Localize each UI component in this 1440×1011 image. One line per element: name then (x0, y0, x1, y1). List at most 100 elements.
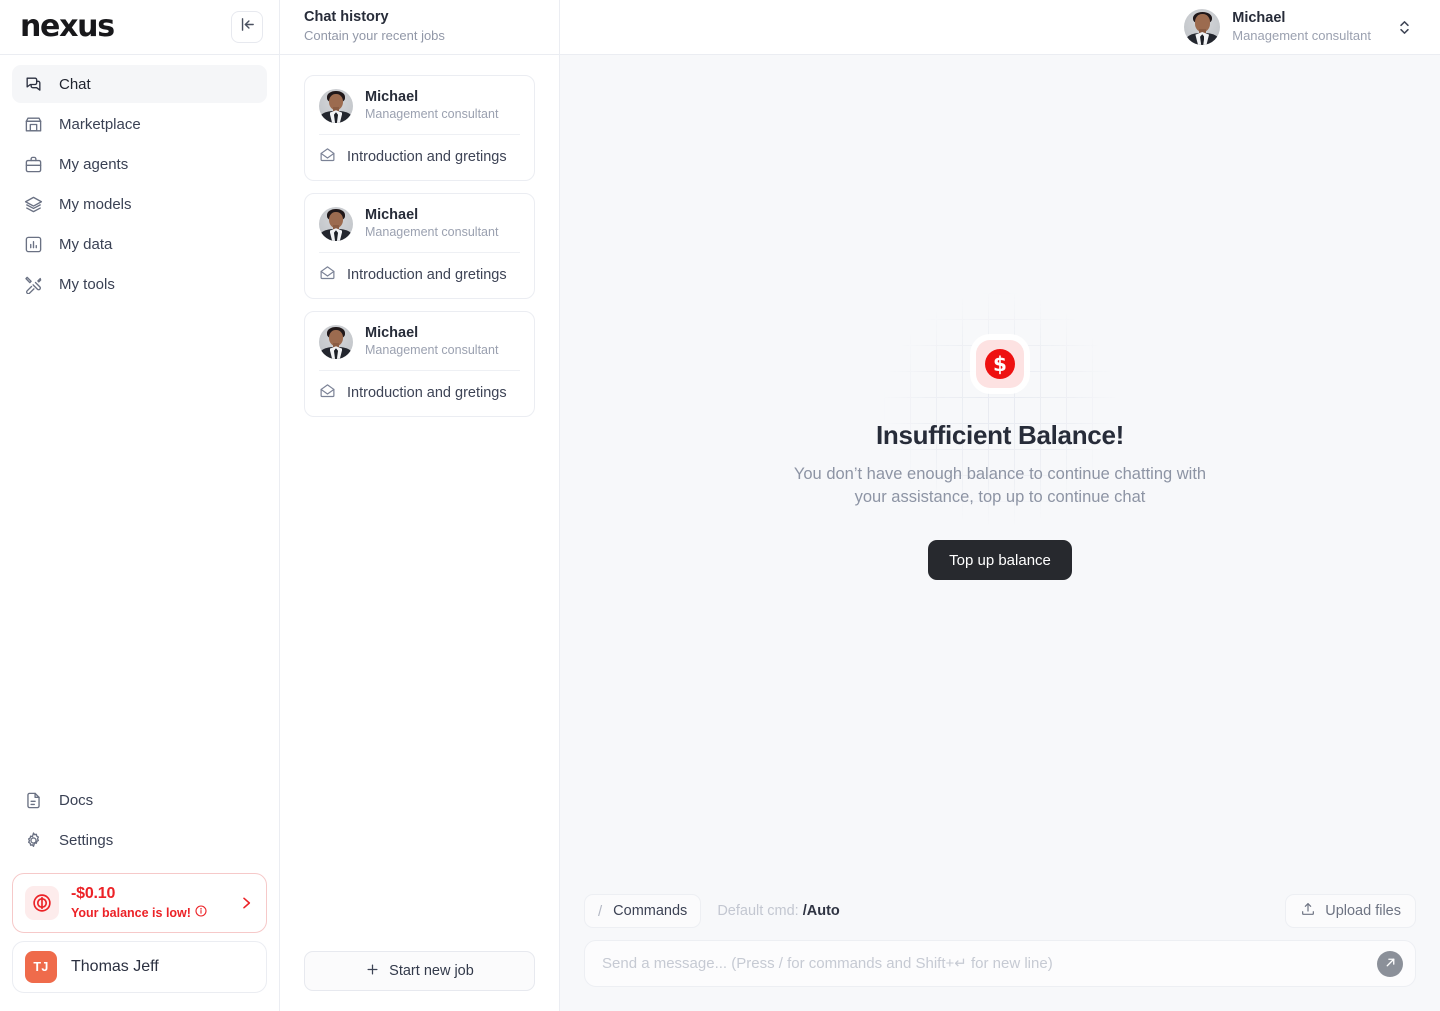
gear-icon (24, 831, 43, 850)
layers-icon (24, 195, 43, 214)
chevron-right-icon (238, 895, 254, 911)
commands-label: Commands (613, 903, 688, 919)
upload-icon (1300, 901, 1316, 921)
sidebar-collapse-button[interactable] (231, 11, 263, 43)
app-logo: nexus (20, 9, 115, 44)
avatar (1184, 9, 1221, 45)
list-item[interactable]: Michael Management consultant Introducti… (304, 311, 535, 417)
message-input-wrapper (584, 940, 1416, 987)
job-agent-name: Michael (365, 89, 419, 105)
job-header: Michael Management consultant (319, 324, 520, 370)
page-subtitle: Contain your recent jobs (304, 28, 445, 44)
empty-state-title: Insufficient Balance! (876, 420, 1124, 450)
sidebar-item-my-models[interactable]: My models (12, 185, 267, 223)
open-envelope-icon (319, 382, 336, 404)
job-agent-name: Michael (365, 207, 419, 223)
upload-files-label: Upload files (1325, 903, 1401, 919)
sidebar-item-my-tools[interactable]: My tools (12, 265, 267, 303)
open-envelope-icon (319, 264, 336, 286)
upload-files-button[interactable]: Upload files (1285, 894, 1416, 928)
job-subject-row: Introduction and gretings (319, 371, 520, 416)
coin-glyph: $ (985, 349, 1015, 379)
job-meta: Michael Management consultant (365, 88, 498, 123)
bar-chart-icon (24, 235, 43, 254)
commands-button[interactable]: / Commands (584, 894, 702, 928)
avatar (319, 324, 353, 359)
sidebar-item-my-data[interactable]: My data (12, 225, 267, 263)
chat-history-list: Michael Management consultant Introducti… (280, 55, 559, 951)
job-header: Michael Management consultant (319, 206, 520, 252)
slash-icon: / (598, 902, 603, 920)
agent-role: Management consultant (1232, 28, 1371, 44)
panel-collapse-left-icon (239, 16, 256, 38)
default-command-value: /Auto (802, 903, 840, 919)
balance-status: Your balance is low! (71, 905, 226, 921)
agent-selector[interactable]: Michael Management consultant (1178, 5, 1416, 49)
plus-icon (365, 962, 380, 981)
job-subject: Introduction and gretings (347, 148, 507, 165)
default-command-label: Default cmd: (717, 903, 799, 919)
agent-name: Michael (1232, 10, 1286, 27)
send-message-button[interactable] (1377, 950, 1403, 977)
agent-meta: Michael Management consultant (1232, 9, 1371, 45)
current-user-card[interactable]: TJ Thomas Jeff (12, 941, 267, 993)
sidebar-item-my-agents[interactable]: My agents (12, 145, 267, 183)
briefcase-icon (24, 155, 43, 174)
top-up-balance-button[interactable]: Top up balance (928, 540, 1072, 581)
sidebar-item-label: My agents (59, 155, 129, 173)
dollar-coin-icon (25, 886, 59, 921)
job-subject-row: Introduction and gretings (319, 135, 520, 180)
job-agent-role: Management consultant (365, 225, 499, 240)
job-agent-role: Management consultant (365, 107, 499, 122)
sidebar-item-docs[interactable]: Docs (12, 781, 267, 819)
balance-text: -$0.10 Your balance is low! (71, 885, 226, 921)
sidebar-header: nexus (0, 0, 279, 55)
tools-icon (24, 275, 43, 294)
open-envelope-icon (319, 146, 336, 168)
sidebar-nav-bottom: Docs Settings (0, 781, 279, 869)
sidebar-item-marketplace[interactable]: Marketplace (12, 105, 267, 143)
list-item[interactable]: Michael Management consultant Introducti… (304, 193, 535, 299)
message-composer: / Commands Default cmd: /Auto Upload fil… (560, 894, 1440, 1011)
app-root: nexus Chat Marketplace My agents My mode… (0, 0, 1440, 1011)
sidebar-item-label: Chat (59, 75, 91, 93)
sidebar-item-label: My data (59, 235, 113, 253)
storefront-icon (24, 115, 43, 134)
sidebar-item-settings[interactable]: Settings (12, 821, 267, 859)
main-body: $ Insufficient Balance! You don’t have e… (560, 55, 1440, 894)
job-agent-role: Management consultant (365, 343, 499, 358)
job-subject: Introduction and gretings (347, 266, 507, 283)
chat-history-header: Chat history Contain your recent jobs (280, 0, 559, 55)
list-item[interactable]: Michael Management consultant Introducti… (304, 75, 535, 181)
insufficient-balance-panel: $ Insufficient Balance! You don’t have e… (740, 55, 1260, 581)
balance-amount: -$0.10 (71, 885, 116, 903)
main-header: Michael Management consultant (560, 0, 1440, 55)
main-area: Michael Management consultant $ Insuffic… (560, 0, 1440, 1011)
left-sidebar: nexus Chat Marketplace My agents My mode… (0, 0, 280, 1011)
chat-history-footer: Start new job (280, 951, 559, 1011)
sidebar-item-label: My models (59, 195, 132, 213)
balance-card[interactable]: -$0.10 Your balance is low! (12, 873, 267, 933)
default-command-indicator: Default cmd: /Auto (717, 903, 839, 919)
chevron-up-down-icon (1397, 18, 1412, 37)
document-icon (24, 791, 43, 810)
job-meta: Michael Management consultant (365, 206, 498, 241)
chat-history-panel: Chat history Contain your recent jobs Mi… (280, 0, 560, 1011)
balance-status-label: Your balance is low! (71, 905, 191, 920)
start-new-job-button[interactable]: Start new job (304, 951, 535, 991)
chat-bubbles-icon (24, 75, 43, 94)
composer-toolbar: / Commands Default cmd: /Auto Upload fil… (584, 894, 1416, 928)
empty-state-description: You don’t have enough balance to continu… (793, 465, 1207, 507)
start-new-job-label: Start new job (389, 963, 474, 979)
sidebar-nav: Chat Marketplace My agents My models My … (0, 55, 279, 303)
avatar (319, 88, 353, 123)
job-subject-row: Introduction and gretings (319, 253, 520, 298)
job-meta: Michael Management consultant (365, 324, 498, 359)
sidebar-item-chat[interactable]: Chat (12, 65, 267, 103)
avatar (319, 206, 353, 241)
page-title: Chat history (304, 9, 389, 26)
search-input[interactable] (585, 941, 1415, 986)
info-circle-icon[interactable] (195, 905, 207, 921)
current-user-name: Thomas Jeff (71, 958, 159, 975)
